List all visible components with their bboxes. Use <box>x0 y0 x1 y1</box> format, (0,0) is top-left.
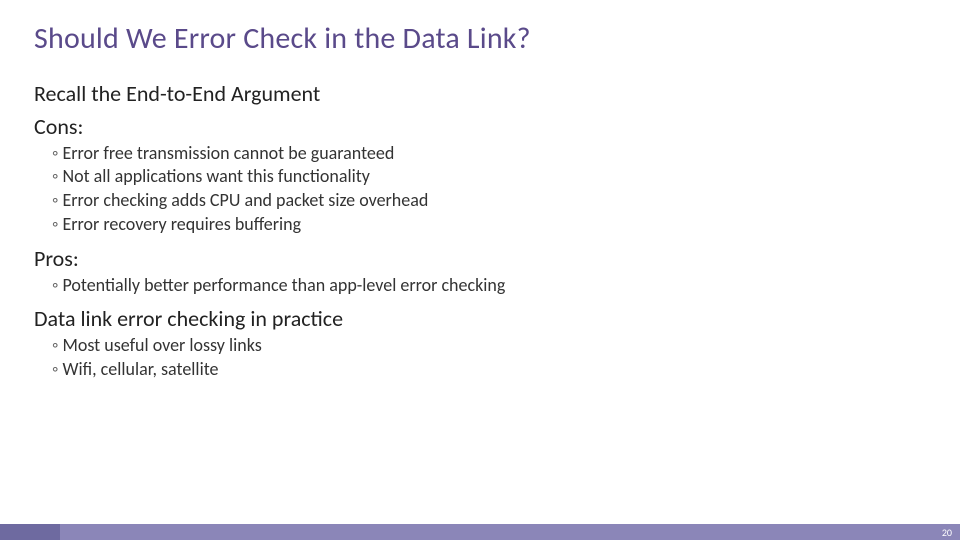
cons-list: Error free transmission cannot be guaran… <box>34 142 926 237</box>
list-item: Wifi, cellular, satellite <box>52 358 926 382</box>
footer-accent <box>0 524 60 540</box>
list-item: Potentially better performance than app-… <box>52 274 926 298</box>
list-item: Error recovery requires buffering <box>52 213 926 237</box>
list-item: Not all applications want this functiona… <box>52 165 926 189</box>
list-item: Error checking adds CPU and packet size … <box>52 189 926 213</box>
slide: Should We Error Check in the Data Link? … <box>0 0 960 540</box>
cons-heading: Cons: <box>34 113 926 140</box>
list-item: Most useful over lossy links <box>52 334 926 358</box>
pros-heading: Pros: <box>34 245 926 272</box>
list-item: Error free transmission cannot be guaran… <box>52 142 926 166</box>
page-number: 20 <box>942 526 952 539</box>
pros-list: Potentially better performance than app-… <box>34 274 926 298</box>
practice-heading: Data link error checking in practice <box>34 305 926 332</box>
slide-title: Should We Error Check in the Data Link? <box>34 20 926 58</box>
practice-list: Most useful over lossy links Wifi, cellu… <box>34 334 926 382</box>
recall-heading: Recall the End-to-End Argument <box>34 80 926 107</box>
footer-bar <box>0 524 960 540</box>
